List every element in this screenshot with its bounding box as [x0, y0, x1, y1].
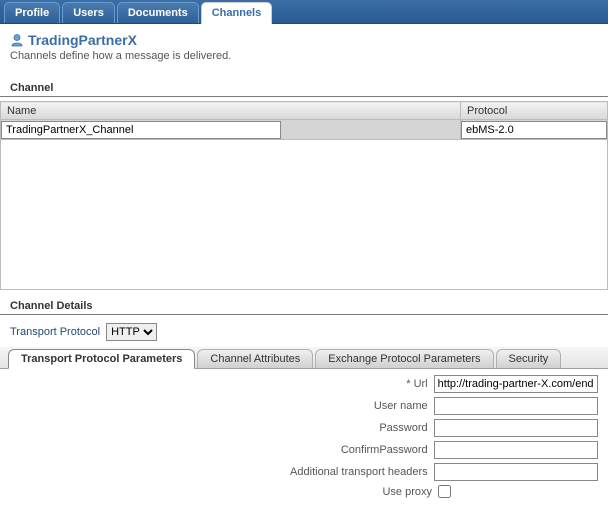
top-tabs: Profile Users Documents Channels	[0, 0, 608, 24]
cell-name-input[interactable]	[1, 121, 281, 139]
tab-documents[interactable]: Documents	[117, 2, 199, 23]
col-protocol[interactable]: Protocol	[461, 102, 608, 120]
label-use-proxy: Use proxy	[10, 486, 438, 498]
label-additional-headers: Additional transport headers	[10, 466, 434, 478]
label-url: Url	[10, 378, 434, 390]
tab-channels[interactable]: Channels	[201, 2, 273, 24]
input-url[interactable]	[434, 375, 598, 393]
cell-protocol-input[interactable]	[461, 121, 607, 139]
input-username[interactable]	[434, 397, 598, 415]
tab-exchange-protocol-parameters[interactable]: Exchange Protocol Parameters	[315, 349, 493, 368]
label-password: Password	[10, 422, 434, 434]
tab-security[interactable]: Security	[496, 349, 562, 368]
channel-table: Name Protocol	[0, 101, 608, 140]
transport-protocol-select[interactable]: HTTP	[106, 323, 157, 341]
page-title-text: TradingPartnerX	[28, 32, 137, 48]
checkbox-use-proxy[interactable]	[438, 485, 451, 498]
tab-transport-protocol-parameters[interactable]: Transport Protocol Parameters	[8, 349, 195, 369]
partner-icon	[10, 33, 24, 47]
detail-tabs: Transport Protocol Parameters Channel At…	[0, 347, 608, 369]
table-blank-area	[0, 140, 608, 290]
form-area: Url User name Password ConfirmPassword A…	[0, 369, 608, 508]
input-password[interactable]	[434, 419, 598, 437]
table-row[interactable]	[1, 120, 608, 140]
col-name[interactable]: Name	[1, 102, 461, 120]
transport-protocol-label: Transport Protocol	[10, 326, 100, 338]
tab-users[interactable]: Users	[62, 2, 115, 23]
input-confirm-password[interactable]	[434, 441, 598, 459]
page-title: TradingPartnerX	[10, 32, 598, 48]
input-additional-headers[interactable]	[434, 463, 598, 481]
tab-channel-attributes[interactable]: Channel Attributes	[197, 349, 313, 368]
section-channel: Channel	[0, 76, 608, 97]
page-desc: Channels define how a message is deliver…	[10, 48, 598, 70]
label-username: User name	[10, 400, 434, 412]
tab-profile[interactable]: Profile	[4, 2, 60, 23]
transport-protocol-row: Transport Protocol HTTP	[0, 315, 608, 347]
page-header: TradingPartnerX Channels define how a me…	[0, 24, 608, 72]
label-confirm-password: ConfirmPassword	[10, 444, 434, 456]
section-channel-details: Channel Details	[0, 294, 608, 315]
